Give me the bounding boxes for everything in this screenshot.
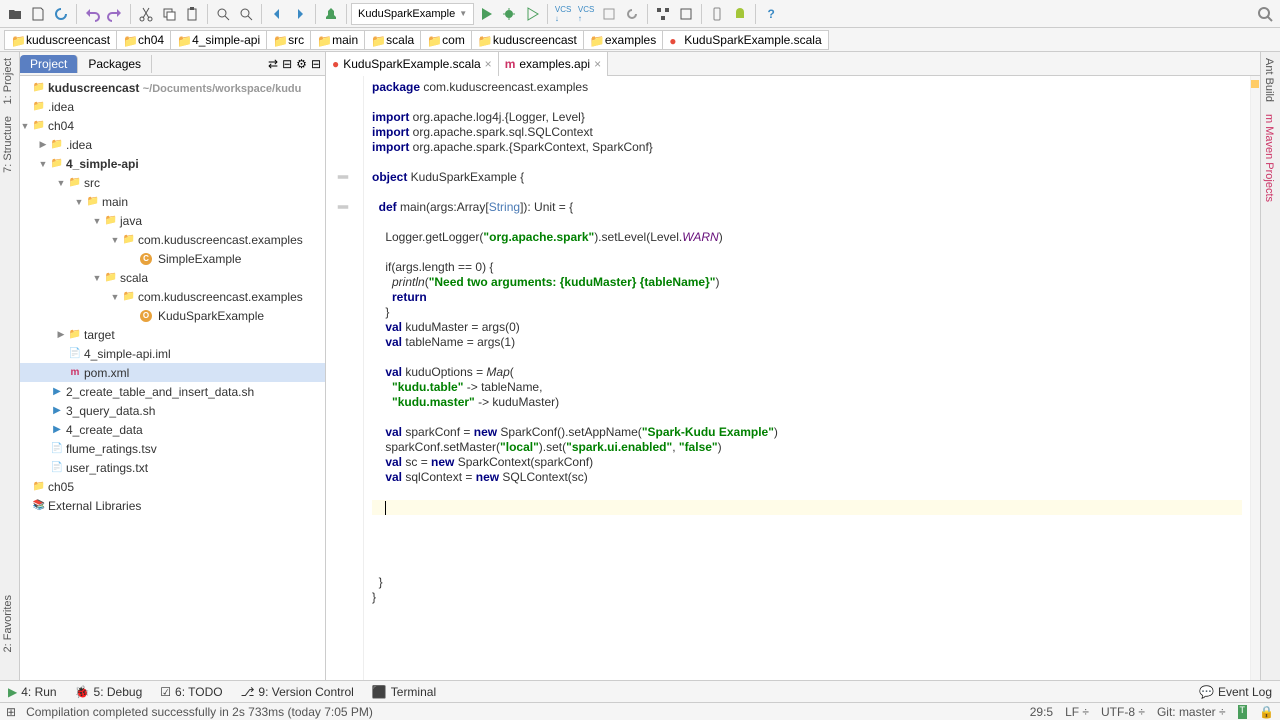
tree-row[interactable]: ▼📁com.kuduscreencast.examples [20,287,325,306]
lock-icon[interactable]: 🔒 [1259,705,1274,719]
caret-position[interactable]: 29:5 [1030,705,1053,719]
tree-row[interactable]: ▼📁scala [20,268,325,287]
tool-todo[interactable]: ☑6: TODO [160,685,222,699]
forward-icon[interactable] [289,3,311,25]
tree-row[interactable]: ▶2_create_table_and_insert_data.sh [20,382,325,401]
find-icon[interactable] [212,3,234,25]
tab-project[interactable]: Project [20,55,78,73]
tool-eventlog[interactable]: 💬Event Log [1199,685,1272,699]
run-config-label: KuduSparkExample [358,8,455,20]
replace-icon[interactable] [235,3,257,25]
android-icon[interactable] [729,3,751,25]
close-icon[interactable]: × [594,57,601,71]
vtab-maven[interactable]: m Maven Projects [1261,108,1277,208]
crumb[interactable]: 📁main [310,30,365,50]
open-icon[interactable] [4,3,26,25]
avd-icon[interactable] [706,3,728,25]
redo-icon[interactable] [104,3,126,25]
settings-icon[interactable]: ⚙ [296,57,307,71]
tree-row[interactable]: ▼📁ch04 [20,116,325,135]
close-icon[interactable]: × [485,57,492,71]
build-icon[interactable] [320,3,342,25]
scroll-icon[interactable]: ⇄ [268,57,278,71]
tree-row[interactable]: mpom.xml [20,363,325,382]
error-stripe[interactable] [1250,76,1260,680]
tool-vcs[interactable]: ⎇9: Version Control [241,685,354,699]
tree-row[interactable]: 📁ch05 [20,477,325,496]
crumb[interactable]: 📁4_simple-api [170,30,267,50]
coverage-icon[interactable] [521,3,543,25]
vtab-structure[interactable]: 7: Structure [0,110,16,179]
crumb[interactable]: 📁com [420,30,472,50]
tree-row[interactable]: 📁kuduscreencast ~/Documents/workspace/ku… [20,78,325,97]
help-icon[interactable]: ? [760,3,782,25]
tree-row[interactable]: ▼📁java [20,211,325,230]
vtab-ant[interactable]: Ant Build [1261,52,1277,108]
code-editor[interactable]: package com.kuduscreencast.examples impo… [364,76,1250,680]
encoding[interactable]: UTF-8 ÷ [1101,705,1145,719]
project-tree: 📁kuduscreencast ~/Documents/workspace/ku… [20,76,325,680]
sdk-icon[interactable] [675,3,697,25]
line-separator[interactable]: LF ÷ [1065,705,1089,719]
crumb[interactable]: 📁ch04 [116,30,171,50]
tree-row[interactable]: ▶📁target [20,325,325,344]
status-message: Compilation completed successfully in 2s… [26,705,373,719]
crumb[interactable]: 📁kuduscreencast [4,30,117,50]
vcs-update-icon[interactable]: VCS↓ [552,3,574,25]
editor-tab[interactable]: ●KuduSparkExample.scala× [326,52,499,76]
statusbar: ⊞ Compilation completed successfully in … [0,702,1280,720]
sync-icon[interactable] [50,3,72,25]
copy-icon[interactable] [158,3,180,25]
tree-row[interactable]: ▼📁4_simple-api [20,154,325,173]
save-icon[interactable] [27,3,49,25]
tree-row[interactable]: 📁.idea [20,97,325,116]
editor-gutter [326,76,364,680]
tree-row[interactable]: ▶📁.idea [20,135,325,154]
vtab-project[interactable]: 1: Project [0,52,16,110]
tree-row[interactable]: 📄4_simple-api.iml [20,344,325,363]
hide-icon[interactable]: ⊟ [311,57,321,71]
tree-row[interactable]: ▼📁com.kuduscreencast.examples [20,230,325,249]
tree-row[interactable]: CSimpleExample [20,249,325,268]
inspections-icon[interactable]: T [1238,705,1248,719]
tree-row[interactable]: OKuduSparkExample [20,306,325,325]
undo-icon[interactable] [81,3,103,25]
tool-run[interactable]: ▶4: Run [8,685,57,699]
crumb[interactable]: 📁src [266,30,311,50]
vcs-revert-icon[interactable] [621,3,643,25]
back-icon[interactable] [266,3,288,25]
windows-icon[interactable]: ⊞ [6,705,16,719]
run-icon[interactable] [475,3,497,25]
editor-tab[interactable]: mexamples.api× [499,52,608,76]
debug-icon[interactable] [498,3,520,25]
crumb[interactable]: ●KuduSparkExample.scala [662,30,828,50]
tree-row[interactable]: ▶3_query_data.sh [20,401,325,420]
search-everywhere-icon[interactable] [1254,3,1276,25]
tree-row[interactable]: 📄flume_ratings.tsv [20,439,325,458]
tree-row[interactable]: ▼📁src [20,173,325,192]
crumb[interactable]: 📁scala [364,30,421,50]
cut-icon[interactable] [135,3,157,25]
tree-row[interactable]: ▶4_create_data [20,420,325,439]
breadcrumb: 📁kuduscreencast 📁ch04 📁4_simple-api 📁src… [0,28,1280,52]
vcs-history-icon[interactable] [598,3,620,25]
crumb[interactable]: 📁examples [583,30,663,50]
tree-row[interactable]: ▼📁main [20,192,325,211]
git-branch[interactable]: Git: master ÷ [1157,705,1226,719]
tool-debug[interactable]: 🐞5: Debug [75,685,143,699]
structure-icon[interactable] [652,3,674,25]
tool-terminal[interactable]: ⬛Terminal [372,685,436,699]
collapse-icon[interactable]: ⊟ [282,57,292,71]
crumb[interactable]: 📁kuduscreencast [471,30,584,50]
run-config-combo[interactable]: KuduSparkExample ▼ [351,3,474,25]
tree-row[interactable]: 📚External Libraries [20,496,325,515]
paste-icon[interactable] [181,3,203,25]
tree-row[interactable]: 📄user_ratings.txt [20,458,325,477]
vcs-commit-icon[interactable]: VCS↑ [575,3,597,25]
vtab-favorites[interactable]: 2: Favorites [0,589,16,658]
tab-packages[interactable]: Packages [78,55,152,73]
